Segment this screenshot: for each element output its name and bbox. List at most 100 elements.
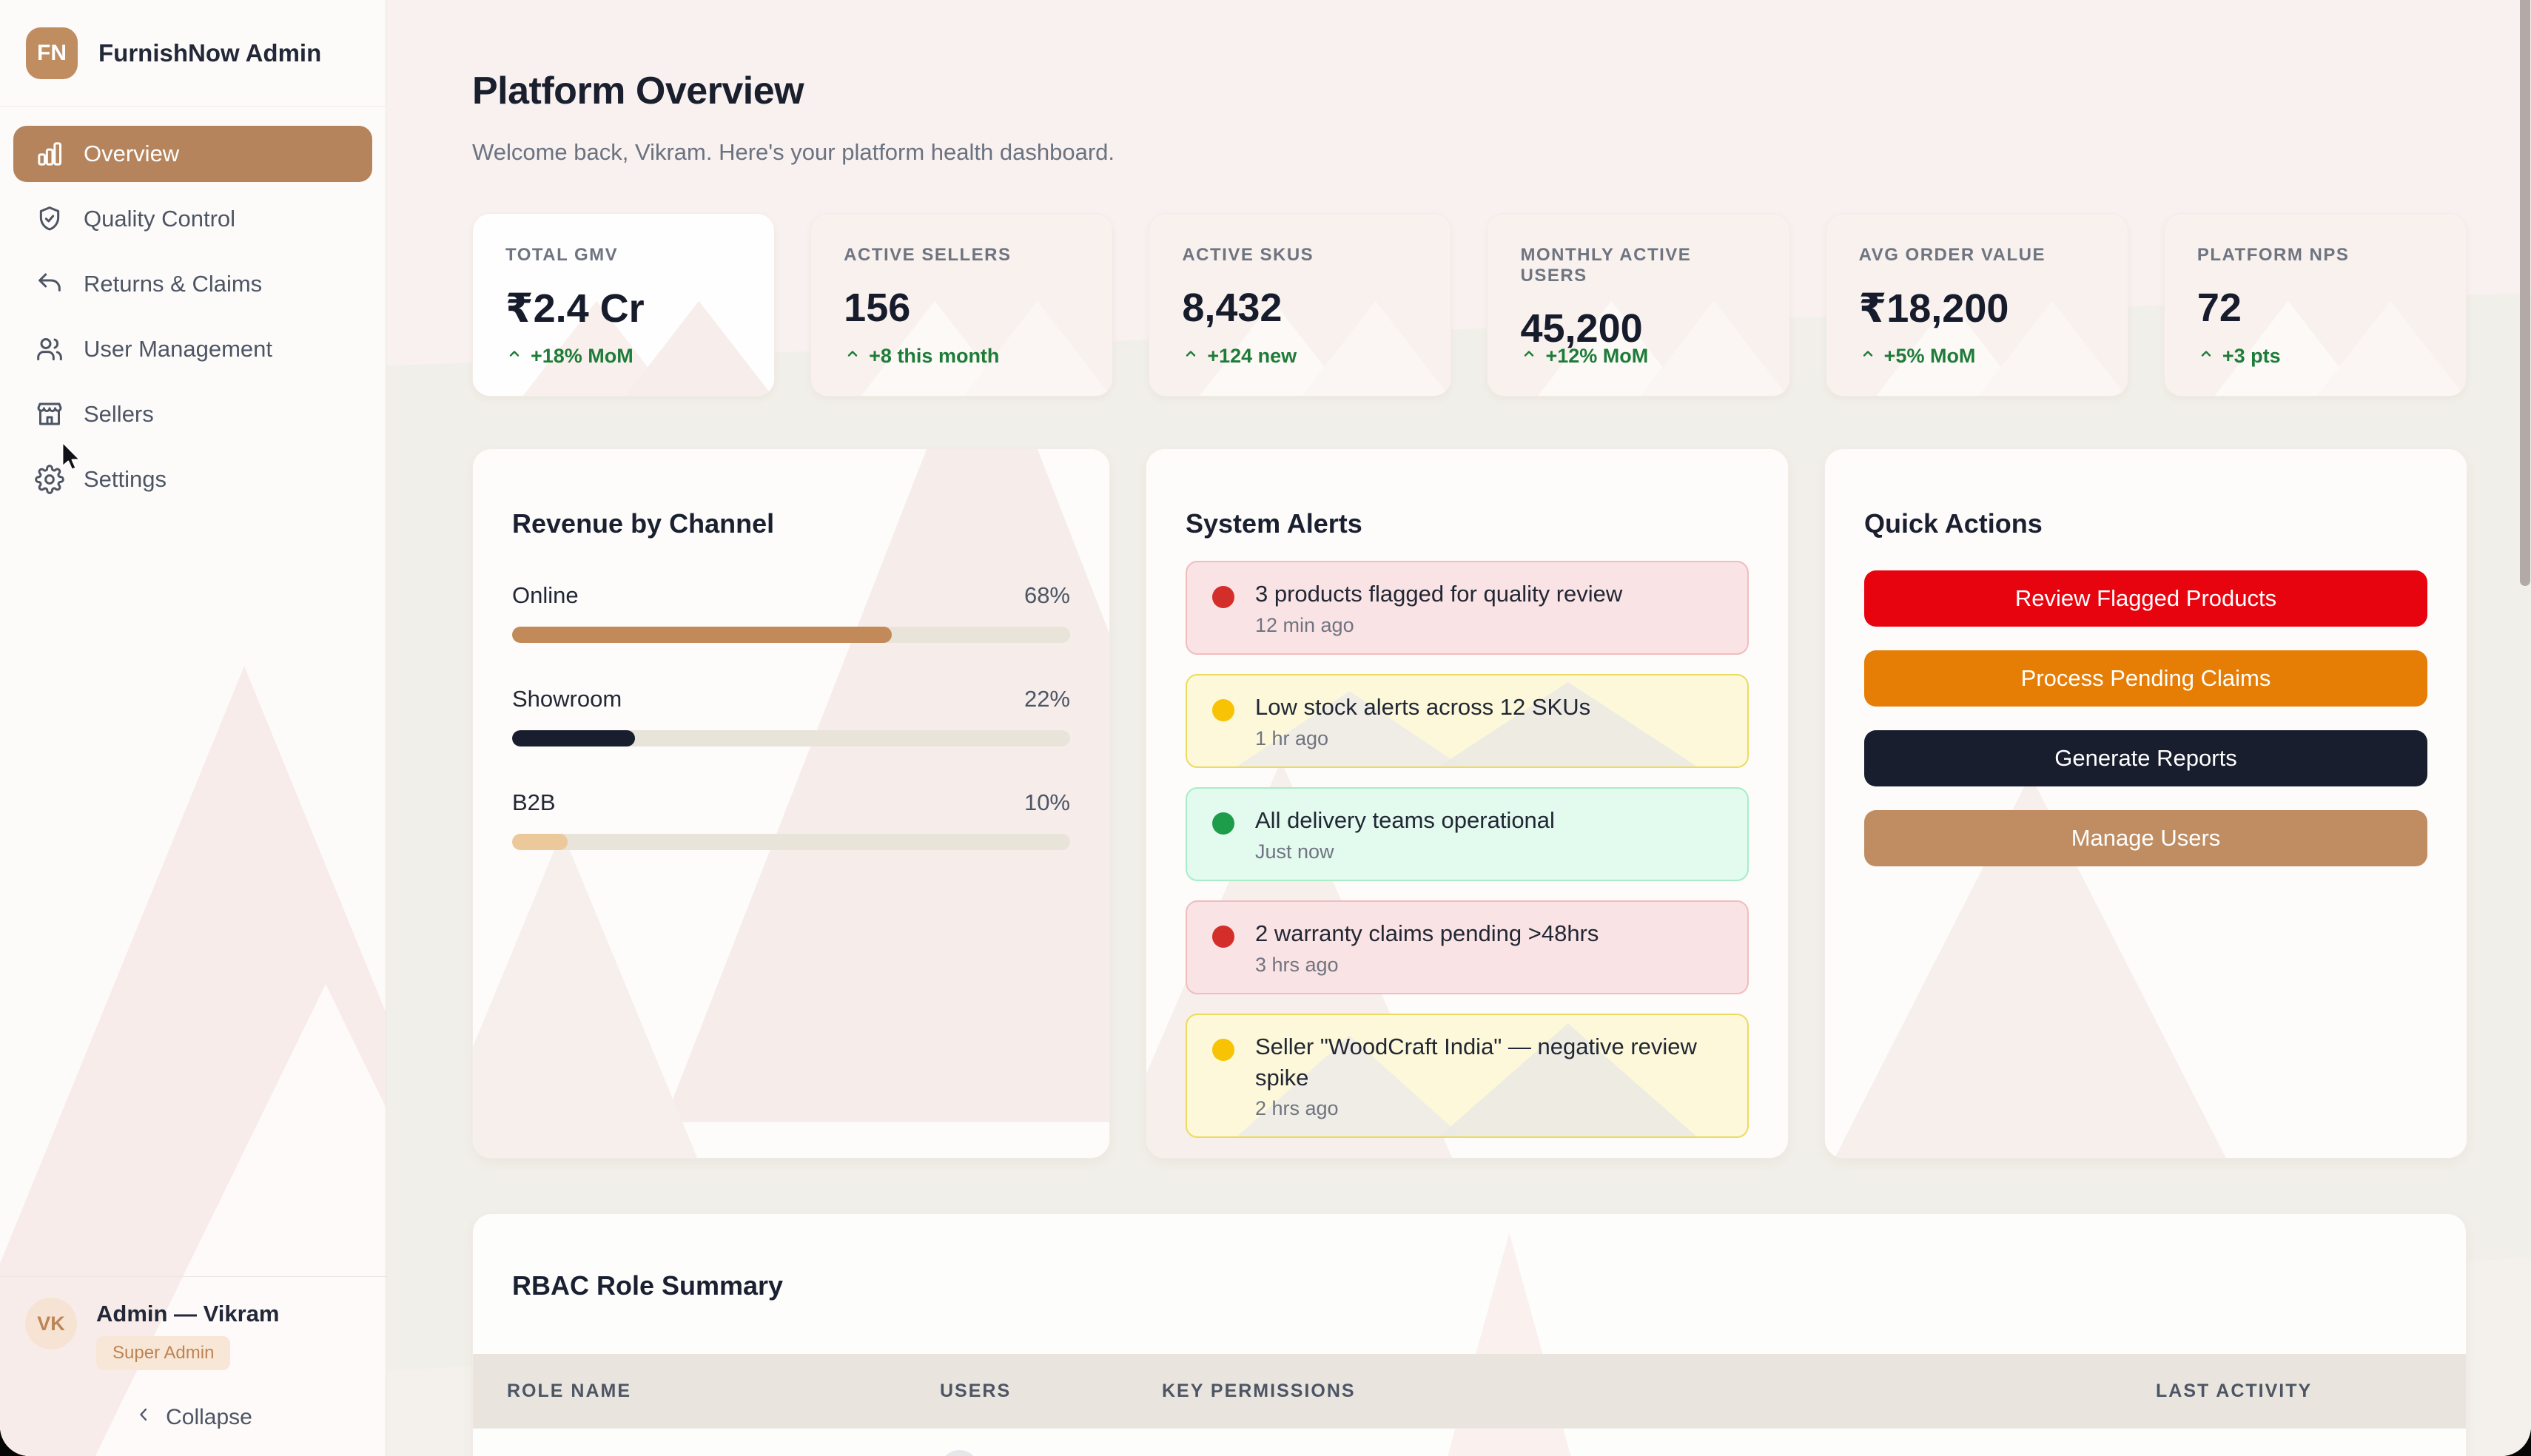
progress-fill xyxy=(512,626,892,643)
alert-text: Seller "WoodCraft India" — negative revi… xyxy=(1255,1033,1697,1091)
channel-percent: 10% xyxy=(1024,789,1070,815)
sidebar-item-label: Overview xyxy=(84,141,180,166)
alert-status-dot xyxy=(1212,1038,1234,1061)
collapse-button[interactable]: Collapse xyxy=(25,1404,360,1431)
column-header-key-permissions: KEY PERMISSIONS xyxy=(1162,1380,1356,1401)
panel-title: Revenue by Channel xyxy=(512,508,775,539)
kpi-card-platform-nps: PLATFORM NPS 72 +3 pts xyxy=(2163,212,2467,397)
alert-time: 3 hrs ago xyxy=(1255,953,1339,976)
alert-item: Low stock alerts across 12 SKUs 1 hr ago xyxy=(1186,674,1749,769)
page-subtitle: Welcome back, Vikram. Here's your platfo… xyxy=(472,138,1115,165)
user-count-badge: 2 xyxy=(940,1450,979,1456)
sidebar-item-user-management[interactable]: User Management xyxy=(13,321,372,377)
kpi-label: TOTAL GMV xyxy=(505,244,619,265)
progress-fill xyxy=(512,833,568,850)
user-name: Admin — Vikram xyxy=(96,1301,280,1327)
revenue-row-b2b: B2B 10% xyxy=(512,789,1070,850)
chevron-left-icon xyxy=(133,1404,154,1431)
alert-text: 2 warranty claims pending >48hrs xyxy=(1255,920,1599,946)
channel-percent: 22% xyxy=(1024,685,1070,712)
sidebar-nav: Overview Quality Control Returns & Claim… xyxy=(0,107,386,536)
bar-chart-icon xyxy=(35,139,64,169)
progress-track xyxy=(512,729,1070,746)
kpi-value: ₹2.4 Cr xyxy=(505,286,645,331)
chevron-up-icon xyxy=(1182,345,1200,368)
kpi-card-active-skus: ACTIVE SKUS 8,432 +124 new xyxy=(1149,212,1452,397)
kpi-row: TOTAL GMV ₹2.4 Cr +18% MoM ACTIVE SELLER… xyxy=(472,212,2467,397)
column-header-role-name: ROLE NAME xyxy=(507,1380,631,1401)
channel-label: Online xyxy=(512,582,579,608)
alert-status-dot xyxy=(1212,812,1234,835)
page-title: Platform Overview xyxy=(472,69,804,112)
brand-name: FurnishNow Admin xyxy=(98,38,322,67)
kpi-card-total-gmv: TOTAL GMV ₹2.4 Cr +18% MoM xyxy=(472,212,776,397)
table-header-row: ROLE NAME USERS KEY PERMISSIONS LAST ACT… xyxy=(473,1354,2466,1429)
kpi-value: 72 xyxy=(2196,285,2242,330)
alert-item: 2 warranty claims pending >48hrs 3 hrs a… xyxy=(1186,900,1749,994)
alert-time: Just now xyxy=(1255,840,1334,863)
generate-reports-button[interactable]: Generate Reports xyxy=(1864,729,2427,786)
kpi-value: ₹18,200 xyxy=(1858,286,2009,331)
vertical-scrollbar-thumb[interactable] xyxy=(2520,0,2530,586)
sidebar-brand: FN FurnishNow Admin xyxy=(0,0,386,106)
kpi-label: PLATFORM NPS xyxy=(2196,244,2350,265)
kpi-value: 156 xyxy=(844,285,911,330)
progress-fill xyxy=(512,729,635,746)
progress-track xyxy=(512,626,1070,643)
chevron-up-icon xyxy=(1520,345,1538,368)
kpi-trend: +5% MoM xyxy=(1859,345,1975,368)
sidebar-item-label: Sellers xyxy=(84,401,154,427)
kpi-trend: +8 this month xyxy=(844,345,999,368)
kpi-card-monthly-active-users: MONTHLY ACTIVE USERS 45,200 +12% MoM xyxy=(1487,212,1790,397)
panels-row: Revenue by Channel Online 68% Showroom 2… xyxy=(472,448,2467,1159)
sidebar-item-sellers[interactable]: Sellers xyxy=(13,386,372,442)
kpi-label: MONTHLY ACTIVE USERS xyxy=(1520,244,1692,286)
revenue-row-online: Online 68% xyxy=(512,582,1070,643)
sidebar-item-label: Quality Control xyxy=(84,206,236,232)
kpi-value: 8,432 xyxy=(1182,285,1283,330)
alert-status-dot xyxy=(1212,925,1234,948)
sidebar-footer: VK Admin — Vikram Super Admin Collapse xyxy=(0,1276,386,1456)
channel-percent: 68% xyxy=(1024,582,1070,608)
kpi-label: ACTIVE SELLERS xyxy=(844,244,1012,265)
chevron-up-icon xyxy=(2197,345,2215,368)
kpi-label: ACTIVE SKUS xyxy=(1182,244,1314,265)
review-flagged-products-button[interactable]: Review Flagged Products xyxy=(1864,570,2427,627)
users-icon xyxy=(35,334,64,364)
process-pending-claims-button[interactable]: Process Pending Claims xyxy=(1864,650,2427,707)
channel-label: Showroom xyxy=(512,685,622,712)
current-user: VK Admin — Vikram Super Admin xyxy=(25,1298,360,1370)
alert-time: 12 min ago xyxy=(1255,614,1354,637)
panel-title: RBAC Role Summary xyxy=(512,1270,784,1301)
sidebar-item-overview[interactable]: Overview xyxy=(13,126,372,182)
panel-title: System Alerts xyxy=(1186,508,1362,539)
alert-time: 1 hr ago xyxy=(1255,727,1329,750)
app-window: FN FurnishNow Admin Overview Quality Con… xyxy=(0,0,2531,1456)
manage-users-button[interactable]: Manage Users xyxy=(1864,809,2427,866)
chevron-up-icon xyxy=(505,345,523,368)
sidebar-item-label: Returns & Claims xyxy=(84,271,263,297)
kpi-label: AVG ORDER VALUE xyxy=(1858,244,2046,265)
kpi-trend: +18% MoM xyxy=(505,345,633,368)
panel-title: Quick Actions xyxy=(1864,508,2043,539)
main-content: Platform Overview Welcome back, Vikram. … xyxy=(387,0,2531,1456)
avatar: VK xyxy=(25,1298,77,1349)
channel-label: B2B xyxy=(512,789,556,815)
column-header-users: USERS xyxy=(940,1380,1012,1401)
table-row: Super Admin 2 Full platform access, syst… xyxy=(473,1428,2466,1456)
brand-logo: FN xyxy=(26,27,78,79)
chevron-up-icon xyxy=(844,345,861,368)
kpi-card-avg-order-value: AVG ORDER VALUE ₹18,200 +5% MoM xyxy=(1825,212,2128,397)
sidebar-item-returns-claims[interactable]: Returns & Claims xyxy=(13,256,372,312)
revenue-by-channel-panel: Revenue by Channel Online 68% Showroom 2… xyxy=(472,448,1110,1159)
sidebar-item-quality-control[interactable]: Quality Control xyxy=(13,191,372,247)
revenue-row-showroom: Showroom 22% xyxy=(512,686,1070,746)
kpi-trend: +3 pts xyxy=(2197,345,2281,368)
alert-text: Low stock alerts across 12 SKUs xyxy=(1255,694,1591,721)
column-header-last-activity: LAST ACTIVITY xyxy=(2156,1380,2313,1401)
alert-item: All delivery teams operational Just now xyxy=(1186,787,1749,881)
sidebar-item-label: User Management xyxy=(84,336,273,362)
shield-check-icon xyxy=(35,204,64,234)
sidebar: FN FurnishNow Admin Overview Quality Con… xyxy=(0,0,386,1456)
system-alerts-panel: System Alerts 3 products flagged for qua… xyxy=(1146,448,1789,1159)
